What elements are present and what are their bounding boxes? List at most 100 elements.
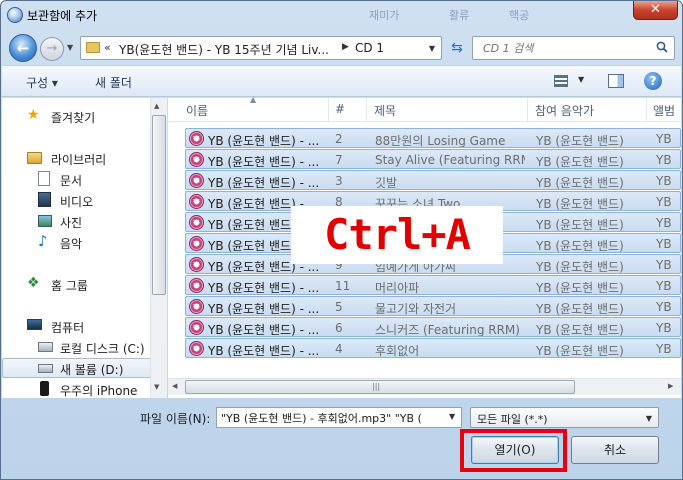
track-title: Stay Alive (Featuring RRM) (375, 153, 525, 167)
track-title: 머리아파 (375, 281, 420, 295)
list-item[interactable]: YB YB (윤도현 밴드) - ... 7 Stay Alive (Featurin… (185, 149, 681, 169)
list-item[interactable]: YB YB (윤도현 밴드) - ... 5 물고기와 자전거 YB (윤도현 밴드) Y… (185, 296, 681, 316)
search-input[interactable] (473, 37, 653, 59)
music-file-icon: YB (189, 257, 204, 272)
music-file-icon: YB (189, 173, 204, 188)
track-number: 2 (335, 132, 343, 146)
track-artist: YB (윤도현 밴드) (536, 302, 624, 316)
column-name[interactable]: 이름 (186, 102, 208, 119)
nav-item-iphone[interactable]: 우주의 iPhone (2, 379, 152, 399)
column-number[interactable]: # (335, 102, 345, 116)
track-artist: YB (윤도현 밴드) (536, 260, 624, 274)
document-icon (38, 171, 50, 186)
file-name: YB (윤도현 밴드) - ... (208, 344, 320, 358)
star-icon: ★ (27, 107, 40, 123)
scroll-left-icon[interactable]: ◀ (172, 382, 177, 390)
track-album: YB (656, 174, 672, 188)
track-album: YB (656, 342, 672, 356)
nav-item-favorites[interactable]: ★ 즐겨찾기 (2, 106, 152, 126)
nav-item-documents[interactable]: 문서 (2, 169, 152, 189)
column-title[interactable]: 제목 (374, 102, 396, 119)
shortcut-overlay: Ctrl+A (291, 206, 503, 264)
navigation-pane: ★ 즐겨찾기 라이브러리 문서 비디오 사진 ♪ 음악 ❖ 홈 그룹 컴퓨터 로… (2, 98, 167, 398)
list-item[interactable]: YB YB (윤도현 밴드) - ... 3 깃발 YB (윤도현 밴드) YB (185, 170, 681, 190)
music-file-icon: YB (189, 131, 204, 146)
nav-item-local-disk[interactable]: 로컬 디스크 (C:) (2, 337, 152, 357)
file-name: YB (윤도현 밴드) - ... (208, 134, 320, 148)
list-item[interactable]: YB YB (윤도현 밴드) - ... 2 88만원의 Losing Game YB … (185, 128, 681, 148)
search-icon[interactable] (656, 41, 668, 53)
nav-scrollbar[interactable]: ▲ ▼ (150, 98, 167, 398)
file-name: YB (윤도현 밴드) - ... (208, 323, 320, 337)
music-file-icon: YB (189, 194, 204, 209)
search-box[interactable] (472, 36, 675, 60)
preview-pane-icon[interactable] (608, 74, 624, 88)
track-album: YB (656, 153, 672, 167)
back-button[interactable]: ← (9, 34, 37, 62)
track-artist: YB (윤도현 밴드) (536, 134, 624, 148)
address-bar[interactable]: « YB(윤도현 밴드) - YB 15주년 기념 Liv... ▶ CD 1 … (80, 36, 442, 60)
track-album: YB (656, 237, 672, 251)
list-item[interactable]: YB YB (윤도현 밴드) - ... 6 스니커즈 (Featuring RRM)… (185, 317, 681, 337)
view-options-icon[interactable] (554, 75, 568, 87)
chevron-down-icon: ▼ (645, 414, 652, 423)
chevron-down-icon[interactable]: ▼ (429, 44, 435, 53)
track-album: YB (656, 321, 672, 335)
nav-item-computer[interactable]: 컴퓨터 (2, 316, 152, 336)
nav-item-libraries[interactable]: 라이브러리 (2, 148, 152, 168)
scroll-down-icon[interactable]: ▼ (154, 383, 159, 391)
organize-button[interactable]: 구성 ▾ (26, 74, 58, 91)
ghost-tab: 활류 (449, 9, 470, 22)
track-title: 스니커즈 (Featuring RRM) (375, 323, 520, 337)
address-overflow[interactable]: « (104, 41, 111, 54)
arrow-right-icon: → (46, 41, 58, 56)
scroll-thumb[interactable] (152, 115, 166, 295)
track-number: 7 (335, 153, 343, 167)
scroll-up-icon[interactable]: ▲ (154, 102, 159, 110)
new-folder-button[interactable]: 새 폴더 (95, 74, 132, 91)
refresh-button[interactable]: ⇆ (445, 36, 469, 60)
close-button[interactable]: ✕ (633, 1, 678, 20)
navigation-bar: ← → ▼ « YB(윤도현 밴드) - YB 15주년 기념 Liv... ▶… (1, 29, 682, 65)
address-current-folder[interactable]: CD 1 (355, 41, 384, 55)
music-file-icon: YB (189, 278, 204, 293)
chevron-right-icon[interactable]: ▶ (342, 42, 349, 52)
file-name: YB (윤도현 밴드) - ... (208, 281, 320, 295)
filename-label: 파일 이름(N): (140, 412, 211, 426)
filetype-select[interactable]: 모든 파일 (*.*) ▼ (470, 407, 659, 428)
horizontal-scrollbar[interactable]: ◀ ||| ▶ (168, 378, 681, 395)
sort-ascending-icon: ▲ (250, 95, 257, 104)
refresh-icon: ⇆ (451, 40, 463, 56)
track-title: 후회없어 (375, 344, 420, 358)
scroll-thumb[interactable]: ||| (185, 380, 575, 394)
nav-item-pictures[interactable]: 사진 (2, 211, 152, 231)
track-album: YB (656, 279, 672, 293)
music-file-icon: YB (189, 320, 204, 335)
ghost-tab: 재미가 (369, 9, 400, 22)
column-album[interactable]: 앨범 (653, 102, 675, 119)
open-button[interactable]: 열기(O) (471, 436, 559, 464)
track-title: 깃발 (375, 176, 398, 190)
nav-item-music[interactable]: ♪ 음악 (2, 232, 152, 252)
recent-pages-dropdown[interactable]: ▼ (67, 43, 73, 52)
nav-item-videos[interactable]: 비디오 (2, 190, 152, 210)
list-item[interactable]: YB YB (윤도현 밴드) - ... 11 머리아파 YB (윤도현 밴드) YB (185, 275, 681, 295)
window-title: 보관함에 추가 (27, 9, 98, 23)
track-title: 물고기와 자전거 (375, 302, 457, 316)
column-artist[interactable]: 참여 음악가 (535, 102, 594, 119)
filename-input[interactable] (216, 407, 462, 428)
nav-item-new-volume[interactable]: 새 볼륨 (D:) (2, 358, 152, 378)
track-artist: YB (윤도현 밴드) (536, 344, 624, 358)
chevron-down-icon[interactable]: ▼ (449, 412, 455, 421)
scroll-right-icon[interactable]: ▶ (668, 382, 673, 390)
cancel-button[interactable]: 취소 (571, 436, 659, 464)
nav-item-homegroup[interactable]: ❖ 홈 그룹 (2, 274, 152, 294)
file-name: YB (윤도현 밴드) - ... (208, 302, 320, 316)
dialog-footer: 파일 이름(N): ▼ 모든 파일 (*.*) ▼ 열기(O) 취소 (1, 399, 682, 479)
music-note-icon: ♪ (38, 232, 48, 250)
forward-button[interactable]: → (40, 37, 64, 61)
chevron-down-icon[interactable]: ▼ (578, 75, 584, 84)
address-path-segment[interactable]: YB(윤도현 밴드) - YB 15주년 기념 Liv... (119, 41, 329, 58)
help-button[interactable]: ? (644, 72, 662, 90)
list-item[interactable]: YB YB (윤도현 밴드) - ... 4 후회없어 YB (윤도현 밴드) YB (185, 338, 681, 358)
